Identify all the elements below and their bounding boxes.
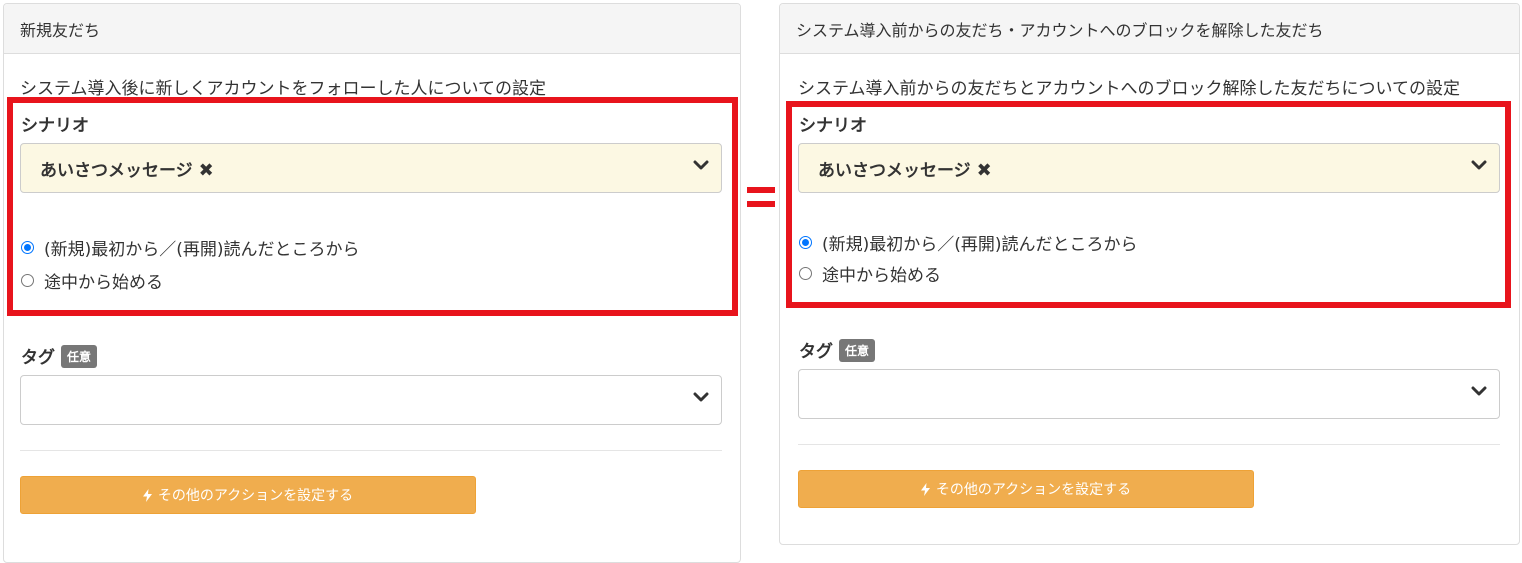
optional-badge: 任意: [839, 339, 876, 362]
equals-sign: [747, 187, 775, 209]
tag-label-row: タグ 任意: [799, 337, 876, 362]
tag-select[interactable]: [798, 369, 1500, 419]
panel-title: 新規友だち: [4, 4, 740, 54]
tag-label: タグ: [21, 348, 55, 368]
chevron-down-icon[interactable]: [1471, 385, 1487, 397]
panel-description: システム導入前からの友だちとアカウントへのブロック解除した友だちについての設定: [798, 79, 1460, 99]
panel-title: システム導入前からの友だち・アカウントへのブロックを解除した友だち: [780, 4, 1519, 54]
tag-label: タグ: [799, 342, 833, 362]
bolt-icon: [920, 482, 930, 496]
other-actions-label: その他のアクションを設定する: [935, 482, 1132, 498]
tag-label-row: タグ 任意: [21, 343, 98, 368]
tag-select[interactable]: [20, 375, 722, 425]
chevron-down-icon[interactable]: [693, 391, 709, 403]
panel-description: システム導入後に新しくアカウントをフォローした人についての設定: [20, 79, 546, 99]
highlight-frame-right: [786, 101, 1511, 308]
optional-badge: 任意: [61, 345, 98, 368]
bolt-icon: [142, 488, 152, 502]
other-actions-label: その他のアクションを設定する: [157, 488, 354, 504]
other-actions-button[interactable]: その他のアクションを設定する: [20, 476, 476, 514]
highlight-frame-left: [7, 97, 738, 316]
divider: [798, 444, 1500, 445]
other-actions-button[interactable]: その他のアクションを設定する: [798, 470, 1254, 508]
divider: [20, 450, 722, 451]
